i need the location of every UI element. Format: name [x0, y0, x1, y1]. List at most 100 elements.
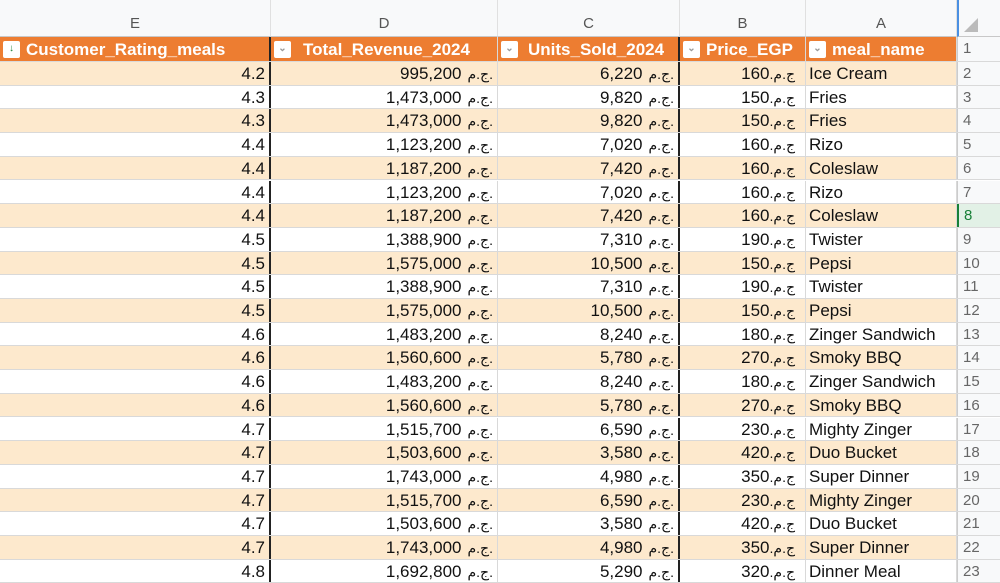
- row-number[interactable]: 15: [957, 370, 1000, 393]
- cell-meal-name[interactable]: Duo Bucket: [806, 441, 957, 464]
- cell-units[interactable]: 3,580 ج.م.: [498, 441, 680, 464]
- row-number[interactable]: 22: [957, 536, 1000, 559]
- cell-revenue[interactable]: 1,743,000 ج.م.: [271, 464, 498, 488]
- cell-revenue[interactable]: 1,388,900 ج.م.: [271, 275, 498, 298]
- cell-rating[interactable]: 4.5: [0, 275, 271, 298]
- cell-meal-name[interactable]: Twister: [806, 275, 957, 298]
- cell-units[interactable]: 7,020 ج.م.: [498, 133, 680, 156]
- row-number[interactable]: 17: [957, 417, 1000, 441]
- cell-price[interactable]: ج.م.190: [680, 275, 806, 298]
- cell-rating[interactable]: 4.7: [0, 536, 271, 559]
- row-number[interactable]: 9: [957, 227, 1000, 251]
- cell-rating[interactable]: 4.6: [0, 322, 271, 346]
- filter-dropdown-icon[interactable]: ⌄: [683, 41, 700, 58]
- cell-price[interactable]: ج.م.160: [680, 156, 806, 180]
- cell-price[interactable]: ج.م.270: [680, 346, 806, 370]
- cell-revenue[interactable]: 1,187,200 ج.م.: [271, 156, 498, 180]
- cell-meal-name[interactable]: Smoky BBQ: [806, 393, 957, 417]
- header-cell-revenue[interactable]: ⌄ Total_Revenue_2024: [271, 37, 498, 61]
- cell-price[interactable]: ج.م.190: [680, 227, 806, 251]
- cell-meal-name[interactable]: Rizo: [806, 133, 957, 156]
- cell-meal-name[interactable]: Twister: [806, 227, 957, 251]
- cell-price[interactable]: ج.م.180: [680, 370, 806, 393]
- cell-units[interactable]: 4,980 ج.م.: [498, 536, 680, 559]
- column-header-c[interactable]: C: [498, 0, 680, 37]
- row-number[interactable]: 1: [957, 37, 1000, 61]
- cell-units[interactable]: 7,020 ج.م.: [498, 180, 680, 204]
- cell-revenue[interactable]: 1,560,600 ج.م.: [271, 393, 498, 417]
- cell-meal-name[interactable]: Smoky BBQ: [806, 346, 957, 370]
- cell-rating[interactable]: 4.4: [0, 133, 271, 156]
- cell-rating[interactable]: 4.7: [0, 441, 271, 464]
- cell-revenue[interactable]: 1,503,600 ج.م.: [271, 512, 498, 535]
- cell-revenue[interactable]: 1,187,200 ج.م.: [271, 204, 498, 227]
- cell-rating[interactable]: 4.7: [0, 417, 271, 441]
- cell-revenue[interactable]: 1,575,000 ج.م.: [271, 251, 498, 275]
- cell-units[interactable]: 6,590 ج.م.: [498, 417, 680, 441]
- row-number[interactable]: 20: [957, 488, 1000, 512]
- cell-units[interactable]: 5,780 ج.م.: [498, 393, 680, 417]
- cell-units[interactable]: 4,980 ج.م.: [498, 464, 680, 488]
- row-number[interactable]: 23: [957, 559, 1000, 583]
- cell-price[interactable]: ج.م.150: [680, 85, 806, 109]
- cell-revenue[interactable]: 1,503,600 ج.م.: [271, 441, 498, 464]
- cell-price[interactable]: ج.م.420: [680, 441, 806, 464]
- cell-price[interactable]: ج.م.180: [680, 322, 806, 346]
- cell-meal-name[interactable]: Zinger Sandwich: [806, 370, 957, 393]
- cell-units[interactable]: 7,420 ج.م.: [498, 204, 680, 227]
- cell-units[interactable]: 10,500 ج.م.: [498, 299, 680, 322]
- cell-units[interactable]: 5,290 ج.م.: [498, 559, 680, 583]
- row-number[interactable]: 4: [957, 109, 1000, 133]
- cell-revenue[interactable]: 1,473,000 ج.م.: [271, 85, 498, 109]
- cell-rating[interactable]: 4.5: [0, 227, 271, 251]
- cell-units[interactable]: 8,240 ج.م.: [498, 322, 680, 346]
- row-number[interactable]: 3: [957, 85, 1000, 109]
- row-number[interactable]: 8: [957, 204, 1000, 227]
- row-number[interactable]: 6: [957, 156, 1000, 180]
- cell-price[interactable]: ج.م.150: [680, 251, 806, 275]
- row-number[interactable]: 11: [957, 275, 1000, 298]
- cell-price[interactable]: ج.م.230: [680, 488, 806, 512]
- cell-revenue[interactable]: 1,388,900 ج.م.: [271, 227, 498, 251]
- cell-meal-name[interactable]: Rizo: [806, 180, 957, 204]
- cell-rating[interactable]: 4.5: [0, 251, 271, 275]
- cell-rating[interactable]: 4.4: [0, 156, 271, 180]
- cell-rating[interactable]: 4.3: [0, 109, 271, 133]
- filter-dropdown-icon[interactable]: ⌄: [809, 41, 826, 58]
- header-cell-rating[interactable]: ↓ Customer_Rating_meals: [0, 37, 271, 61]
- cell-units[interactable]: 7,420 ج.م.: [498, 156, 680, 180]
- cell-revenue[interactable]: 1,560,600 ج.م.: [271, 346, 498, 370]
- cell-revenue[interactable]: 1,575,000 ج.م.: [271, 299, 498, 322]
- row-number[interactable]: 13: [957, 322, 1000, 346]
- row-number[interactable]: 16: [957, 393, 1000, 417]
- cell-price[interactable]: ج.م.420: [680, 512, 806, 535]
- cell-revenue[interactable]: 1,473,000 ج.م.: [271, 109, 498, 133]
- cell-meal-name[interactable]: Super Dinner: [806, 464, 957, 488]
- cell-rating[interactable]: 4.3: [0, 85, 271, 109]
- cell-revenue[interactable]: 1,743,000 ج.م.: [271, 536, 498, 559]
- row-number[interactable]: 21: [957, 512, 1000, 535]
- cell-rating[interactable]: 4.6: [0, 346, 271, 370]
- cell-meal-name[interactable]: Duo Bucket: [806, 512, 957, 535]
- cell-revenue[interactable]: 995,200 ج.م.: [271, 62, 498, 85]
- cell-revenue[interactable]: 1,515,700 ج.م.: [271, 417, 498, 441]
- cell-meal-name[interactable]: Zinger Sandwich: [806, 322, 957, 346]
- cell-meal-name[interactable]: Fries: [806, 85, 957, 109]
- cell-rating[interactable]: 4.7: [0, 512, 271, 535]
- cell-price[interactable]: ج.م.160: [680, 180, 806, 204]
- row-number[interactable]: 5: [957, 133, 1000, 156]
- column-header-e[interactable]: E: [0, 0, 271, 37]
- header-cell-price[interactable]: ⌄ Price_EGP: [680, 37, 806, 61]
- cell-units[interactable]: 6,590 ج.م.: [498, 488, 680, 512]
- column-header-b[interactable]: B: [680, 0, 806, 37]
- cell-rating[interactable]: 4.8: [0, 559, 271, 583]
- cell-meal-name[interactable]: Dinner Meal: [806, 559, 957, 583]
- row-number[interactable]: 10: [957, 251, 1000, 275]
- cell-price[interactable]: ج.م.350: [680, 536, 806, 559]
- cell-rating[interactable]: 4.4: [0, 204, 271, 227]
- cell-units[interactable]: 9,820 ج.م.: [498, 109, 680, 133]
- cell-meal-name[interactable]: Fries: [806, 109, 957, 133]
- cell-revenue[interactable]: 1,483,200 ج.م.: [271, 370, 498, 393]
- cell-meal-name[interactable]: Super Dinner: [806, 536, 957, 559]
- cell-meal-name[interactable]: Mighty Zinger: [806, 488, 957, 512]
